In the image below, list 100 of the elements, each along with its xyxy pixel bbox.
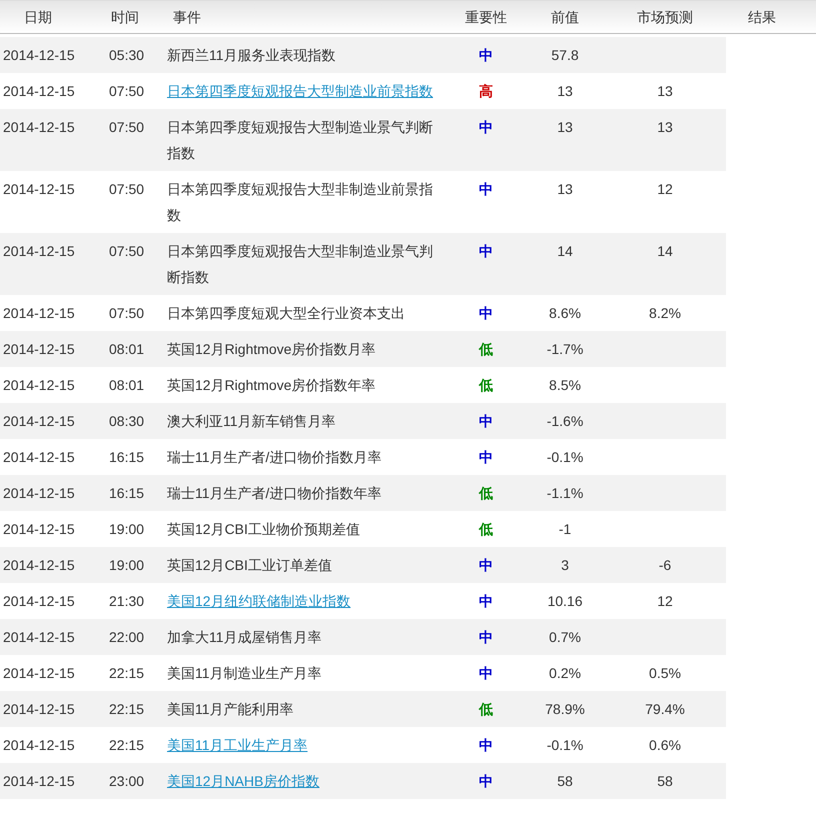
column-header: 日期 — [23, 8, 53, 26]
table-cell-text: 19:00 — [108, 556, 146, 575]
table-cell-text: 13 — [657, 82, 673, 101]
table-cell: 澳大利亚11月新车销售月率 — [167, 413, 336, 429]
importance-label: 中 — [479, 628, 493, 647]
event-link[interactable]: 美国11月工业生产月率 — [167, 737, 308, 753]
table-cell-text: 07:50 — [108, 180, 146, 199]
column-header: 时间 — [110, 8, 140, 26]
importance-label: 低 — [479, 700, 493, 719]
importance-label: 中 — [479, 242, 493, 261]
table-cell-text: 3 — [561, 556, 569, 575]
table-cell-text: 13 — [557, 82, 573, 101]
table-cell: 日本第四季度短观报告大型非制造业景气判断指数 — [167, 243, 433, 285]
table-cell-text: 2014-12-15 — [2, 556, 76, 575]
table-cell: 英国12月Rightmove房价指数月率 — [167, 341, 376, 357]
table-cell: 瑞士11月生产者/进口物价指数年率 — [167, 485, 382, 501]
table-cell-text: 2014-12-15 — [2, 736, 76, 755]
table-cell-text: 07:50 — [108, 82, 146, 101]
table-cell-text: 08:01 — [108, 340, 146, 359]
table-cell-text: 21:30 — [108, 592, 146, 611]
table-cell: 日本第四季度短观报告大型非制造业前景指数 — [167, 181, 433, 223]
table-cell-text: 2014-12-15 — [2, 448, 76, 467]
table-cell-text: -1.1% — [546, 484, 584, 503]
table-cell-text: 22:00 — [108, 628, 146, 647]
table-cell: 日本第四季度短观大型全行业资本支出 — [167, 305, 405, 321]
table-cell-text: -0.1% — [546, 448, 584, 467]
importance-label: 低 — [479, 484, 493, 503]
table-cell-text: 22:15 — [108, 736, 146, 755]
table-cell-text: 2014-12-15 — [2, 520, 76, 539]
table-cell: 英国12月Rightmove房价指数年率 — [167, 377, 376, 393]
table-cell-text: 22:15 — [108, 664, 146, 683]
event-link[interactable]: 美国12月纽约联储制造业指数 — [167, 593, 351, 609]
table-cell-text: 2014-12-15 — [2, 180, 76, 199]
importance-label: 中 — [479, 180, 493, 199]
importance-label: 中 — [479, 118, 493, 137]
column-header: 事件 — [172, 8, 202, 26]
table-cell-text: 23:00 — [108, 772, 146, 791]
table-cell-text: 07:50 — [108, 118, 146, 137]
table-cell-text: 2014-12-15 — [2, 700, 76, 719]
table-cell-text: 58 — [557, 772, 573, 791]
table-cell-text: 2014-12-15 — [2, 412, 76, 431]
table-cell-text: 2014-12-15 — [2, 772, 76, 791]
importance-label: 低 — [479, 376, 493, 395]
table-cell-text: 2014-12-15 — [2, 242, 76, 261]
table-cell-text: 2014-12-15 — [2, 46, 76, 65]
table-cell: 美国11月制造业生产月率 — [167, 665, 322, 681]
importance-label: 中 — [479, 448, 493, 467]
table-cell-text: 10.16 — [547, 592, 583, 611]
table-cell-text: 2014-12-15 — [2, 118, 76, 137]
table-cell-text: 08:30 — [108, 412, 146, 431]
table-cell-text: -0.1% — [546, 736, 584, 755]
importance-label: 中 — [479, 304, 493, 323]
table-cell-text: 8.6% — [549, 304, 581, 323]
importance-label: 高 — [479, 82, 493, 101]
importance-label: 低 — [479, 520, 493, 539]
table-cell-text: 2014-12-15 — [2, 664, 76, 683]
table-cell-text: 2014-12-15 — [2, 82, 76, 101]
table-cell-text: 07:50 — [108, 242, 146, 261]
table-cell-text: 07:50 — [108, 304, 146, 323]
table-cell-text: 22:15 — [108, 700, 146, 719]
table-cell-text: 2014-12-15 — [2, 628, 76, 647]
column-header: 结果 — [747, 8, 777, 26]
importance-label: 中 — [479, 592, 493, 611]
table-cell-text: 12 — [657, 180, 673, 199]
table-cell-text: -1 — [558, 520, 572, 539]
table-cell-text: 58 — [657, 772, 673, 791]
importance-label: 低 — [479, 340, 493, 359]
event-link[interactable]: 美国12月NAHB房价指数 — [167, 773, 320, 789]
importance-label: 中 — [479, 664, 493, 683]
table-cell-text: 78.9% — [545, 700, 585, 719]
table-cell-text: 19:00 — [108, 520, 146, 539]
table-cell-text: 2014-12-15 — [2, 340, 76, 359]
table-cell-text: 13 — [557, 180, 573, 199]
table-cell: 日本第四季度短观报告大型制造业景气判断指数 — [167, 119, 433, 161]
table-cell-text: 14 — [657, 242, 673, 261]
table-cell-text: 2014-12-15 — [2, 304, 76, 323]
importance-label: 中 — [479, 772, 493, 791]
table-cell-text: 0.7% — [549, 628, 581, 647]
importance-label: 中 — [479, 46, 493, 65]
table-cell-text: 79.4% — [645, 700, 685, 719]
table-cell-text: 16:15 — [108, 448, 146, 467]
table-cell-text: 12 — [657, 592, 673, 611]
table-cell-text: 2014-12-15 — [2, 592, 76, 611]
table-cell-text: 13 — [557, 118, 573, 137]
table-cell-text: 08:01 — [108, 376, 146, 395]
table-cell-text: 0.6% — [649, 736, 681, 755]
table-cell: 英国12月CBI工业物价预期差值 — [167, 521, 360, 537]
table-cell-text: 13 — [657, 118, 673, 137]
table-cell: 英国12月CBI工业订单差值 — [167, 557, 332, 573]
table-cell: 美国11月产能利用率 — [167, 701, 294, 717]
table-cell: 加拿大11月成屋销售月率 — [167, 629, 322, 645]
event-link[interactable]: 日本第四季度短观报告大型制造业前景指数 — [167, 83, 433, 99]
table-cell-text: 16:15 — [108, 484, 146, 503]
table-cell-text: 05:30 — [108, 46, 146, 65]
table-cell: 瑞士11月生产者/进口物价指数月率 — [167, 449, 382, 465]
column-header: 重要性 — [464, 8, 508, 26]
column-header: 市场预测 — [636, 8, 694, 26]
table-cell-text: 57.8 — [551, 46, 579, 65]
table-cell-text: 0.5% — [649, 664, 681, 683]
importance-label: 中 — [479, 412, 493, 431]
